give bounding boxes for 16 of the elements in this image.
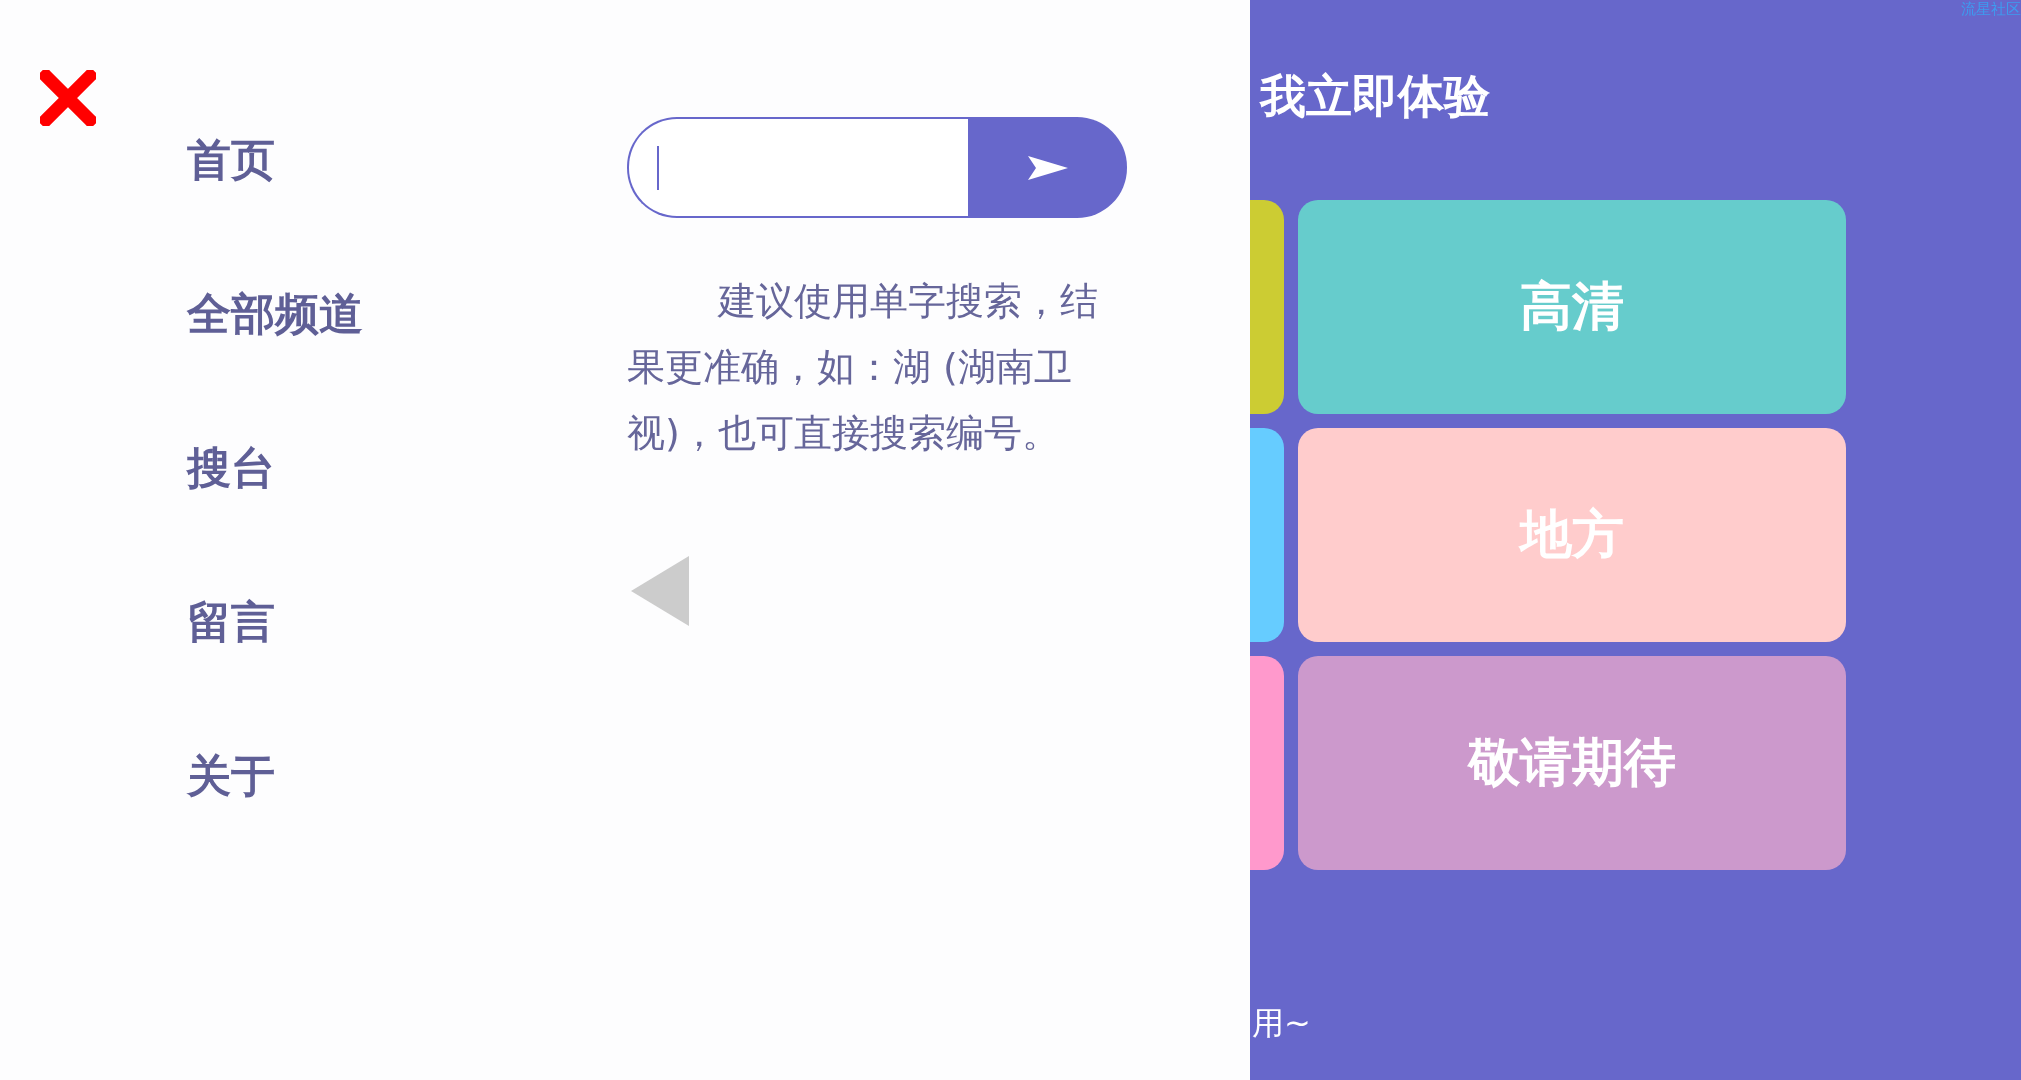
tile-edge[interactable] bbox=[1250, 428, 1284, 642]
search-field[interactable] bbox=[627, 117, 968, 218]
menu-item[interactable]: 关于 bbox=[187, 746, 627, 806]
tile-edge[interactable] bbox=[1250, 656, 1284, 870]
back-arrow-icon[interactable] bbox=[631, 556, 689, 626]
banner-text[interactable]: 我立即体验 bbox=[1260, 66, 2021, 126]
menu-item[interactable]: 全部频道 bbox=[187, 284, 627, 344]
menu-item[interactable]: 留言 bbox=[187, 592, 627, 652]
menu-item[interactable]: 首页 bbox=[187, 130, 627, 190]
search-button[interactable] bbox=[968, 117, 1127, 218]
send-icon bbox=[1027, 155, 1068, 180]
search-hint: 建议使用单字搜索，结果更准确，如：湖 (湖南卫视)，也可直接搜索编号。 bbox=[627, 278, 1100, 457]
footer-text: 用~ bbox=[1252, 1003, 1312, 1044]
tile-edge[interactable] bbox=[1250, 200, 1284, 414]
menu-item[interactable]: 搜台 bbox=[187, 438, 627, 498]
close-icon[interactable] bbox=[40, 70, 96, 126]
